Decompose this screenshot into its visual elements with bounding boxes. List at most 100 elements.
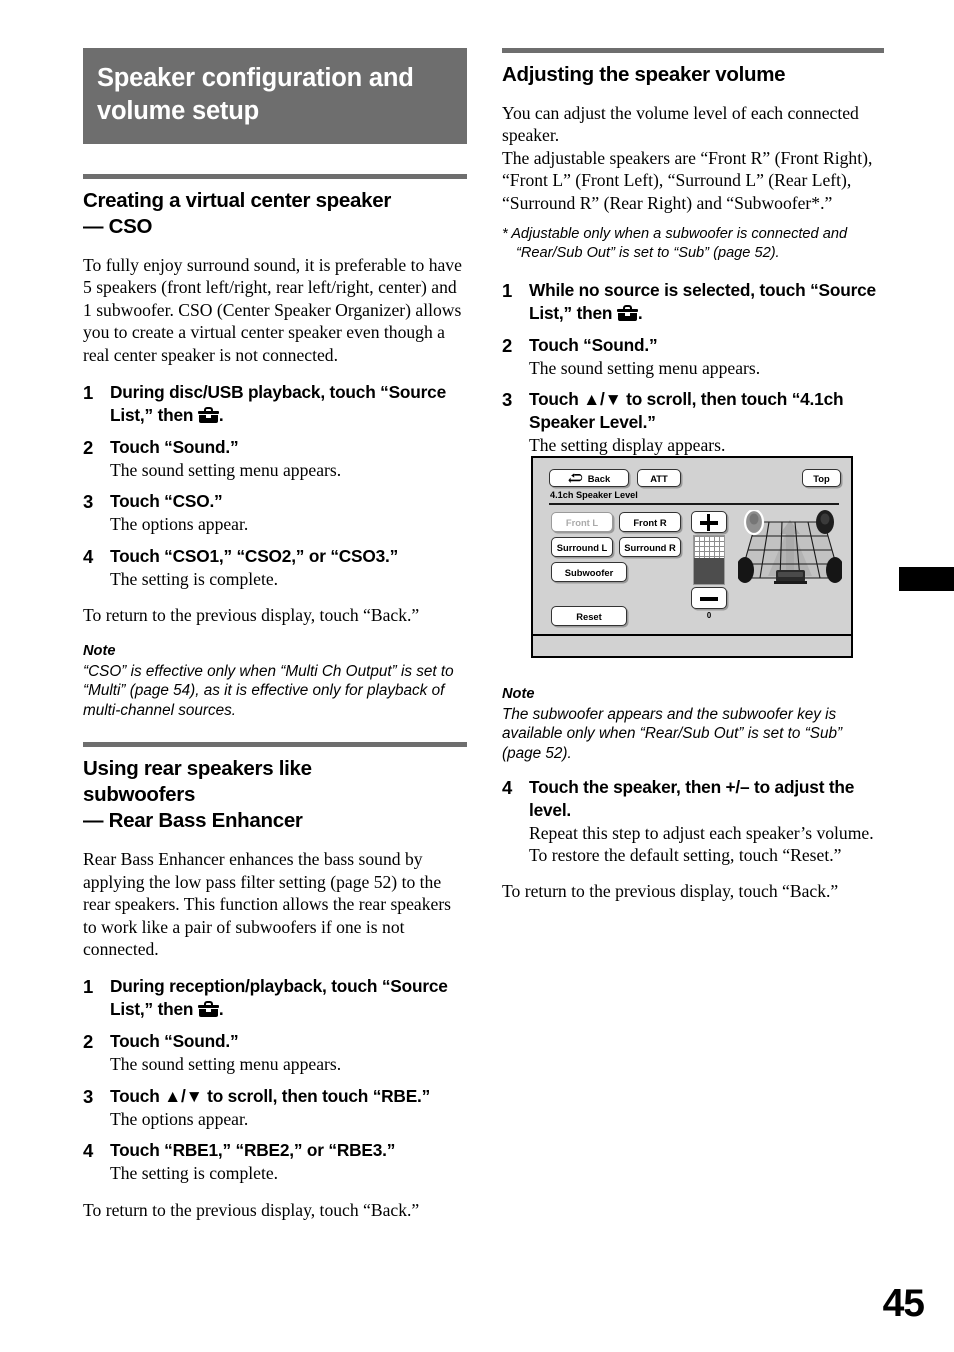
device-back-label: Back xyxy=(587,472,611,484)
rbe-steps: 1 During reception/playback, touch “Sour… xyxy=(83,975,467,1184)
device-speaker-button-front-r[interactable]: Front R xyxy=(619,512,681,532)
step-item: 1 During disc/USB playback, touch “Sourc… xyxy=(83,381,467,427)
device-status-bar xyxy=(533,634,851,656)
edge-thumb-tab xyxy=(899,567,954,591)
volume-steps-after-figure: 4 Touch the speaker, then +/– to adjust … xyxy=(502,776,884,867)
step-number: 4 xyxy=(83,545,94,567)
section-rule xyxy=(83,174,467,179)
step-number: 2 xyxy=(83,437,94,459)
level-value: 0 xyxy=(706,611,712,620)
volume-steps-before-figure: 1 While no source is selected, touch “So… xyxy=(502,279,884,457)
back-arrow-icon xyxy=(568,472,583,484)
device-screen-content: Back ATT Top 4.1ch Speaker Level Front L… xyxy=(533,458,851,636)
device-att-button[interactable]: ATT xyxy=(637,469,681,487)
rbe-closing-paragraph: To return to the previous display, touch… xyxy=(83,1199,420,1220)
step-number: 3 xyxy=(83,1085,94,1107)
section-heading-line2: subwoofers xyxy=(83,783,196,807)
device-title-divider xyxy=(549,503,839,505)
step-number: 1 xyxy=(83,976,94,998)
device-level-slider: 0 xyxy=(691,511,727,620)
step-item: 2 Touch “Sound.” The sound setting menu … xyxy=(83,1030,467,1075)
note-text: The subwoofer appears and the subwoofer … xyxy=(502,705,843,763)
section-heading-cso: Creating a virtual center speaker — CSO xyxy=(83,188,467,240)
device-reset-label: Reset xyxy=(576,610,602,622)
step-detail: The sound setting menu appears. xyxy=(110,460,342,481)
device-speaker-label: Subwoofer xyxy=(564,566,614,578)
cso-steps: 1 During disc/USB playback, touch “Sourc… xyxy=(83,381,467,590)
device-speaker-label: Surround L xyxy=(556,541,608,553)
step-instruction: Touch “CSO1,” “CSO2,” or “CSO3.” xyxy=(110,545,399,566)
section-heading-volume: Adjusting the speaker volume xyxy=(502,63,786,86)
step-item: 3 Touch ▲/▼ to scroll, then touch “4.1ch… xyxy=(502,388,884,456)
cso-intro-paragraph: To fully enjoy surround sound, it is pre… xyxy=(83,255,462,365)
device-screen-figure: Back ATT Top 4.1ch Speaker Level Front L… xyxy=(531,456,853,658)
step-detail: The options appear. xyxy=(110,514,249,535)
step-instruction: Touch ▲/▼ to scroll, then touch “4.1ch S… xyxy=(529,389,844,433)
section-heading-line2: — CSO xyxy=(83,215,153,238)
section-heading-line1: Using rear speakers like xyxy=(83,757,312,781)
rbe-intro-paragraph: Rear Bass Enhancer enhances the bass sou… xyxy=(83,849,452,960)
step-instruction: Touch “RBE1,” “RBE2,” or “RBE3.” xyxy=(110,1140,396,1161)
step-instruction: During reception/playback, touch “Source… xyxy=(110,975,467,1021)
step-number: 2 xyxy=(83,1031,94,1053)
level-track[interactable] xyxy=(693,535,725,585)
step-instruction: While no source is selected, touch “Sour… xyxy=(529,279,884,325)
device-top-label: Top xyxy=(813,472,830,484)
volume-intro-paragraph: You can adjust the volume level of each … xyxy=(502,103,873,213)
car-cabin-speaker-layout-icon[interactable] xyxy=(738,510,842,588)
step-item: 1 While no source is selected, touch “So… xyxy=(502,279,884,325)
step-number: 2 xyxy=(502,335,513,357)
step-number: 3 xyxy=(83,491,94,513)
chapter-banner: Speaker configuration and volume setup xyxy=(83,48,467,144)
step-instruction: Touch the speaker, then +/– to adjust th… xyxy=(529,776,855,820)
step-detail: The setting is complete. xyxy=(110,1163,279,1184)
step-item: 2 Touch “Sound.” The sound setting menu … xyxy=(83,436,467,481)
device-top-button[interactable]: Top xyxy=(802,469,841,487)
step-item: 2 Touch “Sound.” The sound setting menu … xyxy=(502,334,884,379)
step-detail: The sound setting menu appears. xyxy=(110,1054,342,1075)
device-speaker-label: Surround R xyxy=(624,541,676,553)
device-reset-button[interactable]: Reset xyxy=(551,606,627,626)
device-speaker-label: Front R xyxy=(633,516,667,528)
step-detail: The options appear. xyxy=(110,1108,249,1129)
setup-toolbox-icon xyxy=(197,407,219,424)
cso-closing-paragraph: To return to the previous display, touch… xyxy=(83,605,420,626)
device-speaker-button-front-l[interactable]: Front L xyxy=(551,512,613,532)
step-item: 4 Touch the speaker, then +/– to adjust … xyxy=(502,776,884,867)
device-speaker-button-surround-l[interactable]: Surround L xyxy=(551,537,613,557)
step-instruction: Touch “Sound.” xyxy=(529,335,658,356)
note-heading: Note xyxy=(83,642,116,659)
step-item: 4 Touch “CSO1,” “CSO2,” or “CSO3.” The s… xyxy=(83,545,467,590)
step-detail: The setting is complete. xyxy=(110,568,279,589)
step-instruction: Touch ▲/▼ to scroll, then touch “RBE.” xyxy=(110,1085,431,1106)
step-number: 1 xyxy=(502,280,513,302)
section-rule xyxy=(83,742,467,748)
step-instruction-tail: . xyxy=(218,405,224,426)
setup-toolbox-icon xyxy=(616,305,638,322)
device-speaker-button-surround-r[interactable]: Surround R xyxy=(619,537,681,557)
step-instruction: Touch “Sound.” xyxy=(110,1031,239,1052)
note-heading: Note xyxy=(502,685,535,702)
step-instruction-text: During disc/USB playback, touch “Source … xyxy=(110,382,446,426)
step-detail: Repeat this step to adjust each speaker’… xyxy=(529,822,874,866)
step-detail: The setting display appears. xyxy=(529,435,726,456)
step-item: 4 Touch “RBE1,” “RBE2,” or “RBE3.” The s… xyxy=(83,1139,467,1184)
step-item: 1 During reception/playback, touch “Sour… xyxy=(83,975,467,1021)
device-screen-title: 4.1ch Speaker Level xyxy=(550,490,638,500)
step-instruction: During disc/USB playback, touch “Source … xyxy=(110,381,467,427)
step-instruction-tail: . xyxy=(218,999,224,1020)
device-speaker-button-subwoofer[interactable]: Subwoofer xyxy=(551,562,627,582)
volume-footnote: * Adjustable only when a subwoofer is co… xyxy=(502,226,848,262)
step-item: 3 Touch “CSO.” The options appear. xyxy=(83,490,467,535)
plus-icon[interactable] xyxy=(691,511,727,533)
section-rule xyxy=(502,48,884,53)
step-detail: The sound setting menu appears. xyxy=(529,358,761,379)
minus-icon[interactable] xyxy=(691,587,727,609)
note-text: “CSO” is effective only when “Multi Ch O… xyxy=(83,662,454,719)
device-back-button[interactable]: Back xyxy=(549,469,629,487)
step-item: 3 Touch ▲/▼ to scroll, then touch “RBE.”… xyxy=(83,1085,467,1130)
step-number: 1 xyxy=(83,382,94,404)
device-att-label: ATT xyxy=(650,472,668,484)
page-number: 45 xyxy=(882,1282,925,1325)
setup-toolbox-icon xyxy=(197,1001,219,1018)
